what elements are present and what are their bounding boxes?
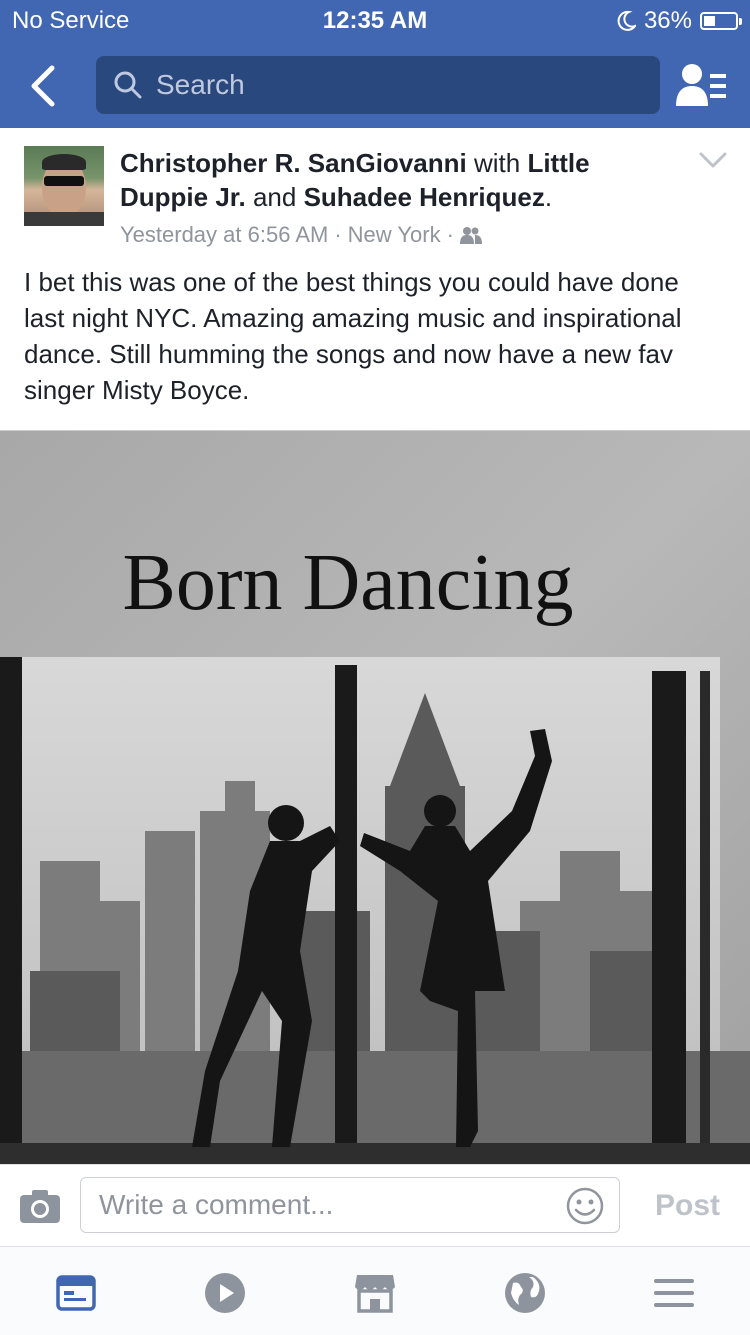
and-word: and bbox=[252, 182, 297, 212]
comment-box[interactable] bbox=[80, 1177, 620, 1233]
emoji-icon[interactable] bbox=[565, 1186, 605, 1226]
meta-separator: · bbox=[446, 222, 454, 247]
post-meta: Yesterday at 6:56 AM · New York · bbox=[120, 222, 482, 248]
battery-percent: 36% bbox=[643, 7, 692, 34]
search-icon bbox=[114, 71, 142, 99]
news-feed-tab-icon[interactable] bbox=[54, 1271, 98, 1315]
status-right: 36% bbox=[616, 7, 742, 35]
camera-icon[interactable] bbox=[18, 1187, 62, 1225]
battery-fill bbox=[704, 16, 715, 26]
author-name[interactable]: Christopher R. SanGiovanni bbox=[120, 148, 467, 178]
back-icon[interactable] bbox=[20, 62, 68, 110]
post-comment-button[interactable]: Post bbox=[655, 1189, 720, 1223]
comment-bar: Post bbox=[0, 1164, 750, 1247]
post-authors: Christopher R. SanGiovanni with Little D… bbox=[120, 146, 680, 214]
photo-caption: Born Dancing bbox=[122, 539, 573, 627]
chevron-down-icon[interactable] bbox=[698, 150, 728, 170]
tab-bar bbox=[0, 1246, 750, 1335]
status-bar: No Service 12:35 AM 36% bbox=[0, 0, 750, 40]
friend-requests-icon[interactable] bbox=[676, 62, 728, 108]
avatar[interactable] bbox=[24, 146, 104, 226]
avatar-sunglasses bbox=[44, 176, 84, 186]
search-input[interactable] bbox=[154, 68, 638, 102]
post-location[interactable]: New York bbox=[348, 222, 441, 248]
comment-input[interactable] bbox=[97, 1188, 541, 1222]
post-text: I bet this was one of the best things yo… bbox=[24, 267, 682, 405]
app-header: No Service 12:35 AM 36% bbox=[0, 0, 750, 128]
moon-icon bbox=[617, 10, 636, 31]
post-photo[interactable]: Born Dancing bbox=[0, 430, 750, 1165]
search-bar[interactable] bbox=[96, 56, 660, 114]
video-tab-icon[interactable] bbox=[203, 1271, 247, 1315]
avatar-shirt bbox=[24, 212, 104, 226]
meta-separator: · bbox=[334, 222, 342, 247]
marketplace-tab-icon[interactable] bbox=[353, 1271, 397, 1315]
navbar bbox=[0, 40, 750, 128]
battery-icon bbox=[700, 12, 742, 30]
with-word: with bbox=[473, 148, 521, 178]
photo-art: Born Dancing bbox=[0, 431, 750, 1165]
tagged-person-2[interactable]: Suhadee Henriquez bbox=[304, 182, 545, 212]
menu-tab-icon[interactable] bbox=[652, 1271, 696, 1315]
post-timestamp[interactable]: Yesterday at 6:56 AM bbox=[120, 222, 328, 248]
avatar-hair bbox=[42, 154, 86, 170]
globe-notifications-tab-icon[interactable] bbox=[503, 1271, 547, 1315]
friends-audience-icon bbox=[459, 227, 482, 244]
names-period: . bbox=[544, 182, 553, 212]
